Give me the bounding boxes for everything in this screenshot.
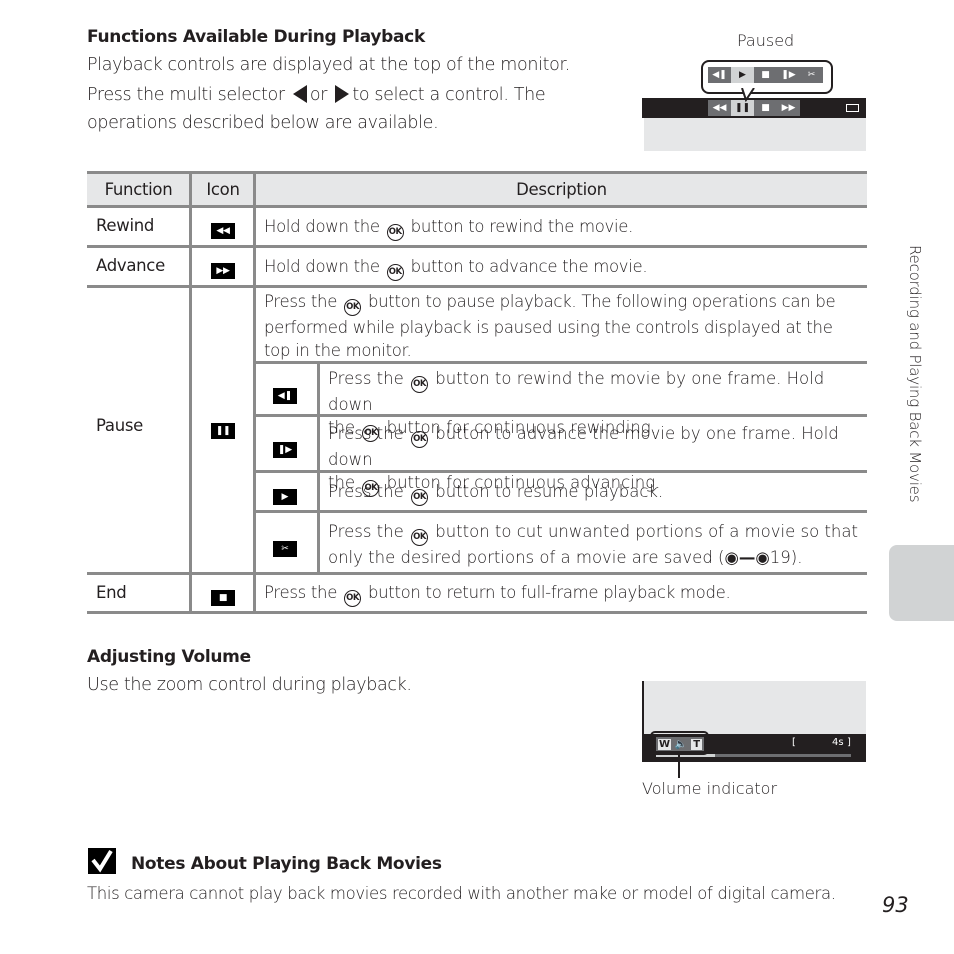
intro-line-3: operations described below are available… <box>87 113 439 133</box>
function-description: Press the OK button to pause playback. T… <box>264 292 836 360</box>
intro-line-2: Press the multi selector or to select a … <box>87 85 546 105</box>
sub-description: Press the OK button to cut unwanted port… <box>328 522 858 567</box>
intro-line-1: Playback controls are displayed at the t… <box>87 55 570 75</box>
function-description: Hold down the OK button to advance the m… <box>256 248 655 285</box>
volume-text: Use the zoom control during playback. <box>87 675 412 695</box>
advance-icon: ▶▶ <box>211 263 235 279</box>
function-name: Pause <box>96 416 144 435</box>
ok-button-icon: OK <box>386 224 404 241</box>
sub-row-frame-rewind: ◀❚ Press the OK button to rewind the mov… <box>256 364 867 442</box>
section-intro: Playback controls are displayed at the t… <box>87 51 607 137</box>
stop-control-icon: ■ <box>754 67 777 83</box>
function-name: Advance <box>96 256 165 275</box>
notes-heading: Notes About Playing Back Movies <box>131 854 442 874</box>
table-row: Pause ❚❚ Press the OK button to pause pl… <box>87 288 867 575</box>
frame-rewind-icon: ◀❚ <box>273 388 297 404</box>
sub-row-play: ▶ Press the OK button to resume playback… <box>256 473 867 513</box>
ok-button-icon: OK <box>386 264 404 281</box>
table-row: Rewind ◀◀ Hold down the OK button to rew… <box>87 208 867 248</box>
ok-button-icon: OK <box>344 590 362 607</box>
sub-description: Press the OK button to resume playback. <box>320 474 876 506</box>
volume-callout-line <box>678 753 680 778</box>
checkmark-icon <box>88 848 116 874</box>
cut-control-icon: ✂ <box>800 67 823 83</box>
time-close-bracket: ] <box>847 737 851 748</box>
time-remaining: 4s <box>832 737 844 748</box>
header-function: Function <box>104 180 173 199</box>
battery-icon <box>846 104 859 112</box>
function-description: Press the OK button to return to full-fr… <box>256 575 738 611</box>
rewind-control-icon: ◀◀ <box>708 100 731 116</box>
popup-pointer <box>741 88 755 103</box>
pause-icon: ❚❚ <box>211 423 235 439</box>
notes-text: This camera cannot play back movies reco… <box>87 884 836 903</box>
play-icon: ▶ <box>273 489 297 505</box>
paused-controls-popup: ◀❚ ▶ ■ ❚▶ ✂ <box>701 60 833 94</box>
frame-advance-control-icon: ❚▶ <box>777 67 800 83</box>
function-description: Hold down the OK button to rewind the mo… <box>256 208 641 245</box>
table-header: Function Icon Description <box>87 171 867 208</box>
sub-row-cut: ✂ Press the OK button to cut unwanted po… <box>256 513 867 572</box>
volume-indicator-label: Volume indicator <box>642 779 778 798</box>
ok-button-icon: OK <box>411 376 428 393</box>
chapter-side-label: Recording and Playing Back Movies <box>906 245 924 503</box>
advance-control-icon: ▶▶ <box>777 100 800 116</box>
table-row: End ■ Press the OK button to return to f… <box>87 575 867 614</box>
ok-button-icon: OK <box>411 431 428 448</box>
cut-icon: ✂ <box>273 541 297 557</box>
page-reference-icon: ◉—◉ <box>724 548 770 567</box>
play-control-icon: ▶ <box>731 67 754 83</box>
header-icon: Icon <box>206 180 240 199</box>
time-open-bracket: [ <box>792 737 796 748</box>
ok-button-icon: OK <box>344 299 362 316</box>
table-row: Advance ▶▶ Hold down the OK button to ad… <box>87 248 867 288</box>
header-description: Description <box>516 180 607 199</box>
function-name: End <box>96 583 127 602</box>
section-heading-playback: Functions Available During Playback <box>87 27 425 47</box>
section-heading-volume: Adjusting Volume <box>87 647 251 667</box>
multi-selector-right-icon <box>335 85 350 103</box>
frame-rewind-control-icon: ◀❚ <box>708 67 731 83</box>
stop-icon: ■ <box>211 590 235 606</box>
sub-row-frame-advance: ❚▶ Press the OK button to advance the mo… <box>256 417 867 497</box>
page-number: 93 <box>882 893 909 917</box>
ok-button-icon: OK <box>411 489 428 506</box>
rewind-icon: ◀◀ <box>211 223 235 239</box>
chapter-tab <box>889 545 954 621</box>
function-name: Rewind <box>96 216 155 235</box>
volume-callout-box <box>650 731 709 755</box>
paused-label: Paused <box>737 31 795 50</box>
frame-advance-icon: ❚▶ <box>273 442 297 458</box>
ok-button-icon: OK <box>411 529 428 546</box>
multi-selector-left-icon <box>292 85 307 103</box>
monitor-illustration-playback: ◀◀ ❚❚ ■ ▶▶ <box>642 98 866 151</box>
